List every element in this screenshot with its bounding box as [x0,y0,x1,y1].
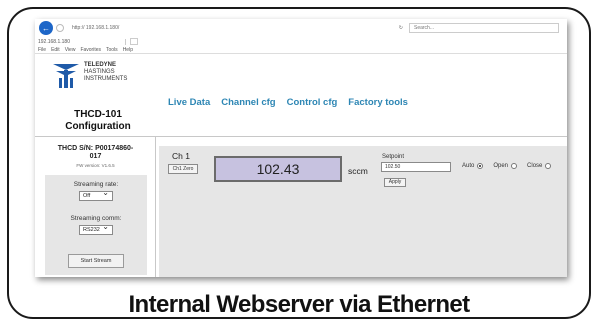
flow-unit: sccm [348,166,368,176]
mode-open-label: Open [493,163,509,169]
browser-search-input[interactable]: Search... [409,23,559,33]
mode-open[interactable]: Open [493,163,518,169]
page-title: THCD-101 Configuration [39,109,157,133]
streaming-panel: Streaming rate: Off Streaming comm: RS23… [45,175,147,275]
mode-auto-radio[interactable] [477,163,484,169]
start-stream-button[interactable]: Start Stream [68,254,124,268]
channel-name: Ch 1 [172,151,190,161]
nav-factory-tools[interactable]: Factory tools [348,97,408,108]
tab-strip: 192.168.1.180 [35,37,567,46]
back-button[interactable]: ← [39,21,53,35]
mode-close[interactable]: Close [527,163,552,169]
streaming-comm-label: Streaming comm: [70,215,122,222]
apply-button[interactable]: Apply [384,178,406,187]
mode-auto[interactable]: Auto [462,163,484,169]
menu-file[interactable]: File [38,47,46,53]
teledyne-logo: TELEDYNE HASTINGS INSTRUMENTS [51,60,127,90]
serial-number: THCD S/N: P00174860- 017 [35,145,156,161]
page-title-line-1: THCD-101 [74,109,122,120]
serial-number-line-1: THCD S/N: P00174860- [57,145,134,152]
streaming-comm-select[interactable]: RS232 [79,223,113,235]
channel-panel: Ch 1 Ch1 Zero 102.43 sccm Setpoint 102.5… [159,146,567,277]
figure-frame: ← http:// 192.168.1.180/ ↻ Search... 192… [7,7,591,319]
mode-close-radio[interactable] [545,163,552,169]
refresh-icon[interactable]: ↻ [399,25,403,31]
page-title-line-2: Configuration [65,121,131,132]
menu-help[interactable]: Help [123,47,133,53]
channel-zero-button[interactable]: Ch1 Zero [168,164,198,174]
browser-screenshot: ← http:// 192.168.1.180/ ↻ Search... 192… [35,19,567,277]
serial-number-line-2: 017 [89,153,102,160]
logo-line-2: HASTINGS [84,69,115,75]
streaming-rate-select[interactable]: Off [79,189,113,201]
menu-tools[interactable]: Tools [106,47,118,53]
streaming-rate-label: Streaming rate: [73,181,119,188]
figure-caption: Internal Webserver via Ethernet [128,291,470,318]
browser-menu-bar: File Edit View Favorites Tools Help [35,46,567,54]
firmware-version: FW version: V1.6.5 [76,163,115,168]
flow-readout: 102.43 [214,156,342,182]
mode-close-label: Close [527,163,543,169]
logo-brand: TELEDYNE [84,62,117,68]
mode-auto-label: Auto [462,163,475,169]
nav-channel-cfg[interactable]: Channel cfg [221,97,275,108]
menu-edit[interactable]: Edit [51,47,60,53]
address-bar[interactable]: http:// 192.168.1.180/ [72,25,220,31]
main-nav: Live Data Channel cfg Control cfg Factor… [168,97,419,108]
setpoint-label: Setpoint [382,154,405,160]
logo-icon [53,64,79,88]
new-tab-button[interactable] [130,38,138,45]
menu-view[interactable]: View [65,47,76,53]
sidebar: THCD S/N: P00174860- 017 FW version: V1.… [35,137,156,277]
back-arrow-icon: ← [42,23,50,33]
mode-open-radio[interactable] [511,163,518,169]
menu-favorites[interactable]: Favorites [80,47,101,53]
address-bar-row: ← http:// 192.168.1.180/ ↻ Search... [35,19,567,37]
valve-mode-group: Auto Open Close [462,163,561,169]
forward-button[interactable] [56,24,64,32]
setpoint-input[interactable]: 102.50 [381,162,451,172]
logo-line-3: INSTRUMENTS [84,76,128,82]
browser-tab[interactable]: 192.168.1.180 [38,38,126,45]
nav-control-cfg[interactable]: Control cfg [287,97,338,108]
nav-live-data[interactable]: Live Data [168,97,210,108]
